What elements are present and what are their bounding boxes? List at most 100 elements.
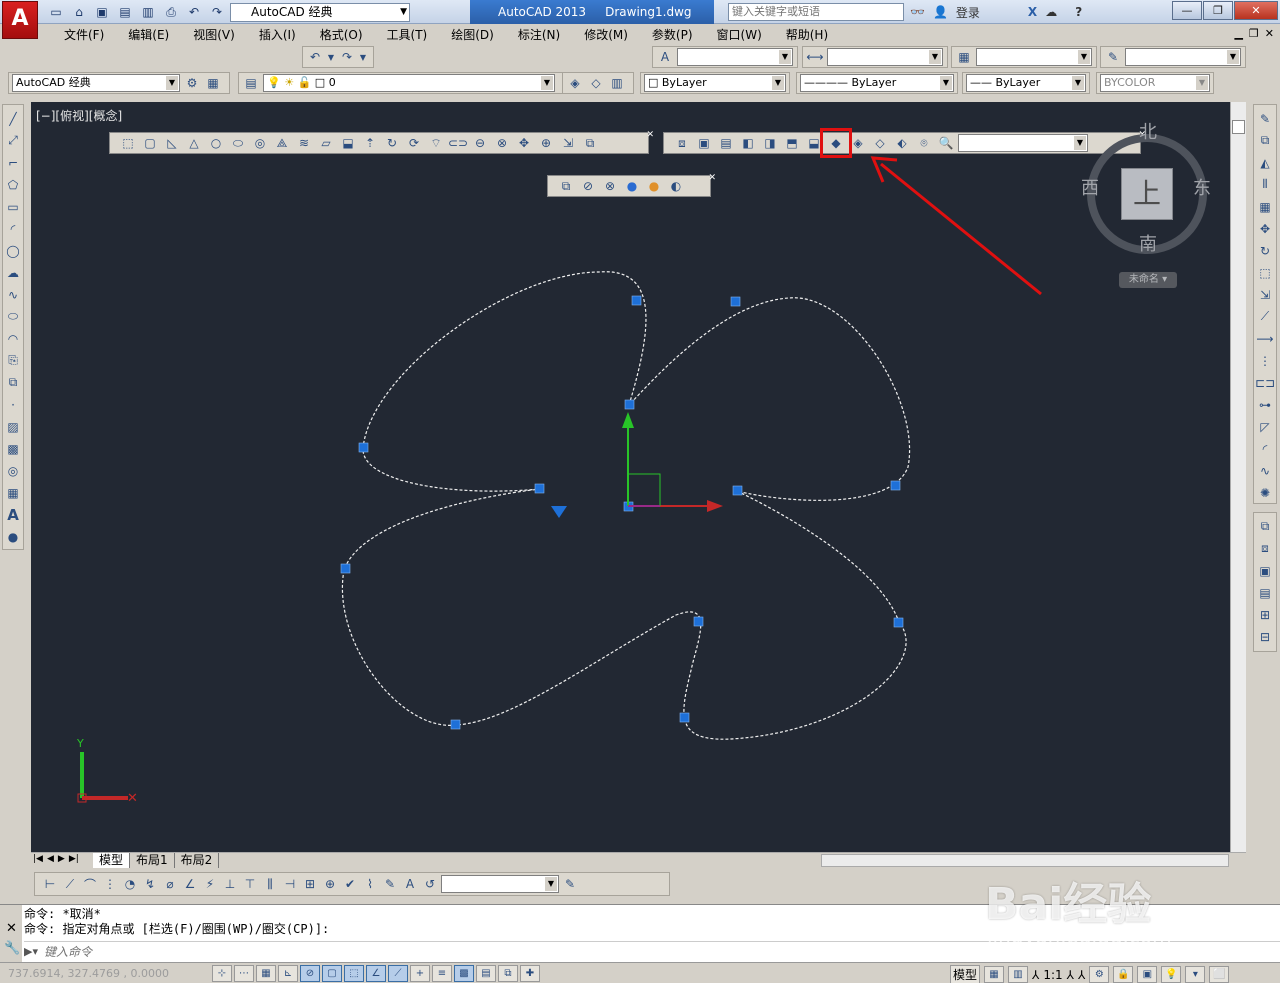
text-style-icon[interactable]: A <box>656 48 674 66</box>
dimension-text-edit-icon[interactable]: A <box>401 875 419 893</box>
lock-icon[interactable]: 🔒 <box>1113 966 1134 983</box>
bring-above-icon[interactable]: ▣ <box>1256 561 1274 580</box>
grid-icon[interactable]: ▦ <box>256 965 276 982</box>
break-icon[interactable]: ⊏⊐ <box>1255 373 1275 392</box>
menu-tools[interactable]: 工具(T) <box>375 27 440 43</box>
grip[interactable] <box>358 442 369 453</box>
menu-window[interactable]: 窗口(W) <box>705 27 774 43</box>
annotation-visibility-icon[interactable]: ⅄ <box>1067 968 1074 982</box>
aligned-dimension-icon[interactable]: ⟋ <box>61 875 79 893</box>
multiline-text-icon[interactable]: A <box>4 505 22 524</box>
grip[interactable] <box>890 480 901 491</box>
color-combo[interactable]: □ ByLayer ▼ <box>644 74 786 92</box>
new-icon[interactable]: ▭ <box>46 3 66 21</box>
selection-cycling-icon[interactable]: ⧉ <box>498 965 518 982</box>
dim-style-combo-bottom[interactable]: ▼ <box>441 875 559 893</box>
transparency-icon[interactable]: ▩ <box>454 965 474 982</box>
menu-format[interactable]: 格式(O) <box>308 27 375 43</box>
help-button[interactable]: ? <box>1075 5 1082 19</box>
fillet-icon[interactable]: ◜ <box>1256 439 1274 458</box>
a360-icon[interactable]: ☁ <box>1045 5 1057 19</box>
mleader-style-icon[interactable]: ✎ <box>1104 48 1122 66</box>
offset-icon[interactable]: ⫴ <box>1256 175 1274 194</box>
spline-icon[interactable]: ∿ <box>4 285 22 304</box>
polyline-icon[interactable]: ⌐ <box>4 153 22 172</box>
compass-east[interactable]: 东 <box>1193 174 1211 200</box>
save-as-icon[interactable]: ▤ <box>115 3 135 21</box>
grip[interactable] <box>534 483 545 494</box>
arc-length-icon[interactable]: ⌒ <box>81 875 99 893</box>
table-style-combo[interactable]: ▼ <box>976 48 1092 66</box>
grip[interactable] <box>624 399 635 410</box>
blend-curves-icon[interactable]: ∿ <box>1256 461 1274 480</box>
grip[interactable] <box>450 719 461 730</box>
quick-dimension-icon[interactable]: ⚡ <box>201 875 219 893</box>
first-tab-icon[interactable]: |◀ <box>33 854 43 864</box>
command-prompt-icon[interactable]: ▶▾ <box>24 945 38 958</box>
clean-screen-icon[interactable]: ⬜ <box>1209 966 1230 983</box>
send-under-icon[interactable]: ▤ <box>1256 583 1274 602</box>
dimension-break-icon[interactable]: ⊣ <box>281 875 299 893</box>
viewcube[interactable]: 上 北 南 东 西 未命名 ▾ <box>1081 122 1211 288</box>
bring-to-front-icon[interactable]: ⧉ <box>1256 517 1274 536</box>
restore-button[interactable]: ❐ <box>1203 1 1233 20</box>
baseline-icon[interactable]: ⊥ <box>221 875 239 893</box>
gear-icon[interactable]: ⚙ <box>183 74 201 92</box>
annotation-scale-value[interactable]: 1:1 <box>1043 968 1062 982</box>
trim-icon[interactable]: ⟋ <box>1256 307 1274 326</box>
explode-icon[interactable]: ✺ <box>1256 483 1274 502</box>
coordinates-readout[interactable]: 737.6914, 327.4769 , 0.0000 <box>8 967 169 980</box>
prev-tab-icon[interactable]: ◀ <box>47 854 54 864</box>
quick-view-layouts-icon[interactable]: ▦ <box>984 966 1005 983</box>
vertical-scrollbar[interactable] <box>1230 102 1246 852</box>
close-button[interactable]: ✕ <box>1234 1 1278 20</box>
minimize-button[interactable]: — <box>1172 1 1202 20</box>
ellipse-icon[interactable]: ⬭ <box>4 307 22 326</box>
point-icon[interactable]: · <box>4 395 22 414</box>
exchange-icon[interactable]: X <box>1028 5 1037 19</box>
center-mark-icon[interactable]: ⊕ <box>321 875 339 893</box>
ellipse-arc-icon[interactable]: ◠ <box>4 329 22 348</box>
lineweight-combo[interactable]: —— ByLayer ▼ <box>966 74 1086 92</box>
redo-icon[interactable]: ↷ <box>338 48 356 66</box>
make-block-icon[interactable]: ⧉ <box>4 373 22 392</box>
polygon-icon[interactable]: ⬠ <box>4 175 22 194</box>
dynamic-input-icon[interactable]: + <box>410 965 430 982</box>
grip[interactable] <box>340 563 351 574</box>
gradient-icon[interactable]: ▩ <box>4 439 22 458</box>
ordinate-icon[interactable]: ⋮ <box>101 875 119 893</box>
menu-file[interactable]: 文件(F) <box>52 27 116 43</box>
extend-icon[interactable]: ⟶ <box>1256 329 1274 348</box>
wrench-icon[interactable]: 🔧 <box>4 941 20 956</box>
object-snap-tracking-icon[interactable]: ∠ <box>366 965 386 982</box>
continue-icon[interactable]: ⊤ <box>241 875 259 893</box>
ortho-icon[interactable]: ⊾ <box>278 965 298 982</box>
insert-block-icon[interactable]: ⎘ <box>4 351 22 370</box>
save-icon[interactable]: ▣ <box>92 3 112 21</box>
mdi-close-button[interactable]: ✕ <box>1265 27 1274 40</box>
make-current-icon[interactable]: ◈ <box>566 74 584 92</box>
binoculars-icon[interactable]: 👓 <box>910 5 925 19</box>
model-space-button[interactable]: 模型 <box>950 965 981 983</box>
join-icon[interactable]: ⊶ <box>1256 395 1274 414</box>
mleader-style-combo[interactable]: ▼ <box>1125 48 1241 66</box>
undo-icon[interactable]: ↶ <box>184 3 204 21</box>
drawing-area[interactable]: [−][俯视][概念] ⬚ ▢ ◺ △ ○ ⬭ ◎ ⟁ ≋ ▱ ⬓ ⇡ ↻ ⟳ … <box>31 102 1230 852</box>
workspace-switching-icon[interactable]: ⚙ <box>1089 966 1110 983</box>
send-to-back-icon[interactable]: ⧈ <box>1256 539 1274 558</box>
close-icon[interactable]: ✕ <box>6 921 17 936</box>
jogged-linear-icon[interactable]: ⌇ <box>361 875 379 893</box>
construction-line-icon[interactable]: ⤢ <box>4 131 22 150</box>
named-view-dropdown[interactable]: 未命名 ▾ <box>1119 272 1177 288</box>
polar-tracking-icon[interactable]: ⊘ <box>300 965 320 982</box>
text-to-front-icon[interactable]: ⊞ <box>1256 605 1274 624</box>
hardware-acceleration-icon[interactable]: ▣ <box>1137 966 1158 983</box>
region-icon[interactable]: ◎ <box>4 461 22 480</box>
user-icon[interactable]: 👤 <box>933 5 948 19</box>
revision-cloud-icon[interactable]: ☁ <box>4 263 22 282</box>
copy-icon[interactable]: ⧉ <box>1256 131 1274 150</box>
plotstyle-combo[interactable]: BYCOLOR ▼ <box>1100 74 1210 92</box>
layer-properties-icon[interactable]: ▤ <box>242 74 260 92</box>
application-menu-button[interactable]: A <box>2 1 38 39</box>
horizontal-scrollbar[interactable] <box>821 854 1229 867</box>
